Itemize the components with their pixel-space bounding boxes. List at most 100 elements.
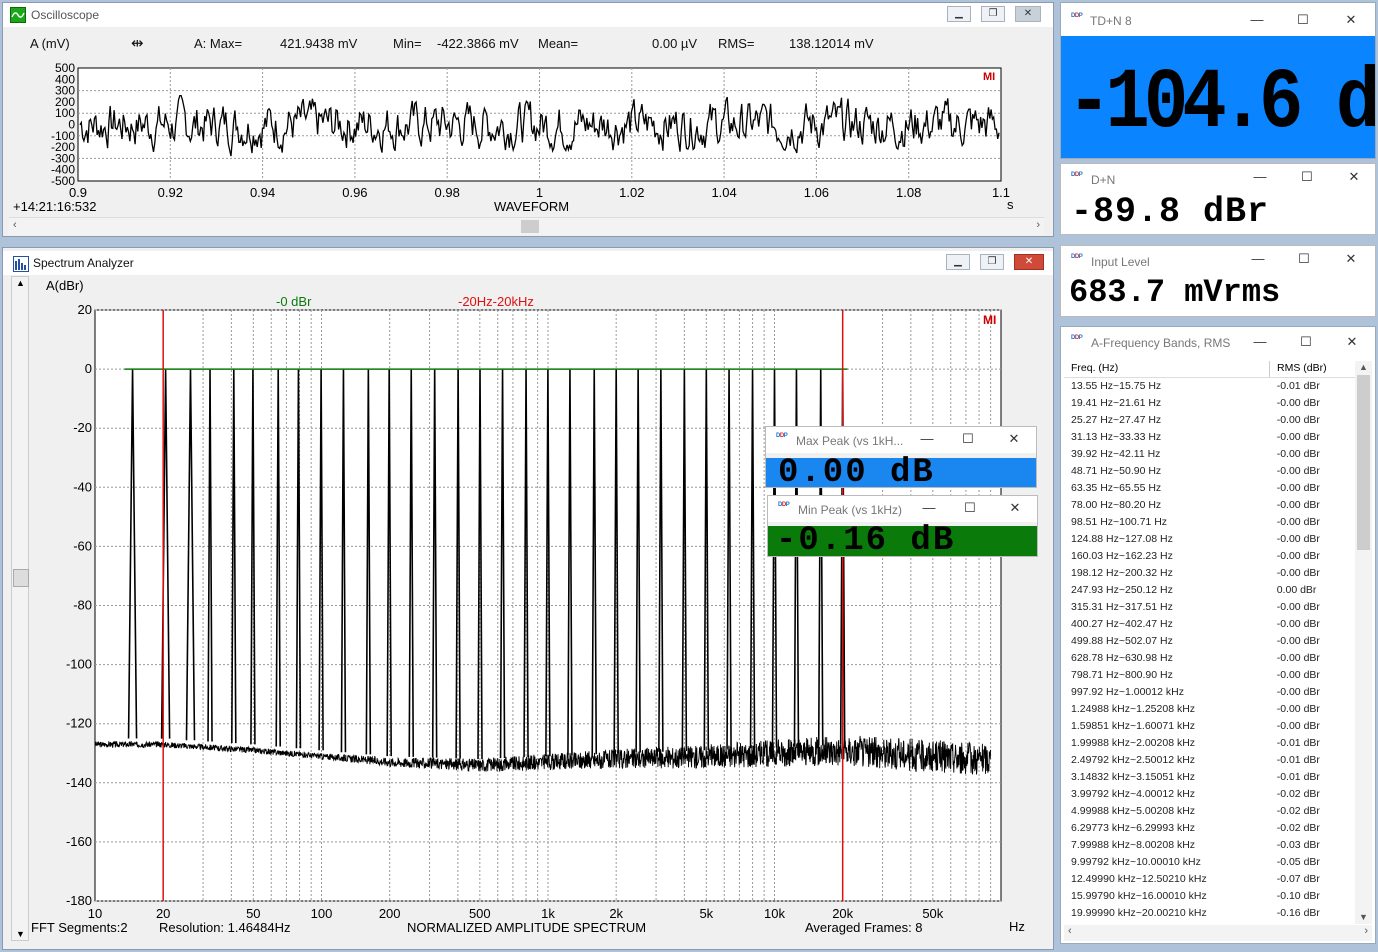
scroll-thumb[interactable] — [521, 220, 539, 233]
close-button[interactable]: ✕ — [1336, 10, 1366, 30]
scroll-right-icon[interactable]: › — [1364, 925, 1368, 937]
table-row[interactable]: 247.93 Hz~250.12 Hz 0.00 dBr — [1064, 581, 1356, 598]
table-row[interactable]: 98.51 Hz~100.71 Hz -0.00 dBr — [1064, 513, 1356, 530]
spectrum-titlebar[interactable]: Spectrum Analyzer ▁ ❐ ✕ — [3, 251, 1053, 275]
scroll-thumb[interactable] — [1357, 375, 1370, 550]
dn-titlebar[interactable]: DDP D+N — ☐ ✕ — [1061, 164, 1375, 192]
table-row[interactable]: 78.00 Hz~80.20 Hz -0.00 dBr — [1064, 496, 1356, 513]
osc-timestamp: +14:21:16:532 — [13, 199, 97, 214]
table-row[interactable]: 124.88 Hz~127.08 Hz -0.00 dBr — [1064, 530, 1356, 547]
close-button[interactable]: ✕ — [1339, 167, 1369, 187]
maximize-button[interactable]: ☐ — [1289, 249, 1319, 269]
table-row[interactable]: 19.99990 kHz~20.00210 kHz -0.16 dBr — [1064, 904, 1356, 921]
band-freq: 3.99792 kHz~4.00012 kHz — [1071, 787, 1196, 800]
min-peak-titlebar[interactable]: DDP Min Peak (vs 1kHz) — ☐ ✕ — [768, 496, 1037, 522]
max-label: A: Max= — [194, 36, 243, 51]
table-row[interactable]: 628.78 Hz~630.98 Hz -0.00 dBr — [1064, 649, 1356, 666]
scroll-up-icon[interactable]: ▲ — [16, 278, 25, 288]
y-tick-label: -160 — [66, 834, 92, 849]
mi-logo: MI — [983, 313, 996, 327]
table-row[interactable]: 1.24988 kHz~1.25208 kHz -0.00 dBr — [1064, 700, 1356, 717]
table-row[interactable]: 13.55 Hz~15.75 Hz -0.01 dBr — [1064, 377, 1356, 394]
table-row[interactable]: 19.41 Hz~21.61 Hz -0.00 dBr — [1064, 394, 1356, 411]
max-peak-titlebar[interactable]: DDP Max Peak (vs 1kH... — ☐ ✕ — [766, 427, 1036, 453]
close-button[interactable]: ✕ — [1015, 6, 1041, 22]
close-button[interactable]: ✕ — [999, 429, 1029, 449]
close-button[interactable]: ✕ — [1337, 332, 1367, 352]
minimize-button[interactable]: — — [1245, 167, 1275, 187]
band-freq: 400.27 Hz~402.47 Hz — [1071, 617, 1173, 630]
table-row[interactable]: 1.59851 kHz~1.60071 kHz -0.00 dBr — [1064, 717, 1356, 734]
bands-vscrollbar[interactable]: ▲ ▼ — [1355, 361, 1372, 924]
table-row[interactable]: 160.03 Hz~162.23 Hz -0.00 dBr — [1064, 547, 1356, 564]
band-freq: 124.88 Hz~127.08 Hz — [1071, 532, 1173, 545]
col-freq-header[interactable]: Freq. (Hz) — [1071, 362, 1118, 374]
scroll-down-icon[interactable]: ▼ — [1359, 912, 1368, 922]
maximize-button[interactable]: ☐ — [1291, 332, 1321, 352]
table-row[interactable]: 4.99988 kHz~5.00208 kHz -0.02 dBr — [1064, 802, 1356, 819]
table-row[interactable]: 7.99988 kHz~8.00208 kHz -0.03 dBr — [1064, 836, 1356, 853]
input-level-titlebar[interactable]: DDP Input Level — ☐ ✕ — [1061, 246, 1375, 274]
close-button[interactable]: ✕ — [1014, 254, 1044, 270]
scroll-up-icon[interactable]: ▲ — [1359, 362, 1368, 372]
y-tick-label: 0 — [85, 361, 92, 376]
restore-button[interactable]: ❐ — [980, 254, 1004, 270]
minimize-button[interactable]: — — [912, 429, 942, 449]
minimize-button[interactable]: — — [1242, 10, 1272, 30]
table-row[interactable]: 198.12 Hz~200.32 Hz -0.00 dBr — [1064, 564, 1356, 581]
table-row[interactable]: 3.14832 kHz~3.15051 kHz -0.01 dBr — [1064, 768, 1356, 785]
table-row[interactable]: 48.71 Hz~50.90 Hz -0.00 dBr — [1064, 462, 1356, 479]
band-freq: 6.29773 kHz~6.29993 kHz — [1071, 821, 1196, 834]
tdn-titlebar[interactable]: DDP TD+N 8 — ☐ ✕ — [1061, 3, 1375, 36]
minimize-button[interactable]: ▁ — [946, 254, 970, 270]
dn-window: DDP D+N — ☐ ✕ -89.8 dBr — [1060, 163, 1376, 235]
band-rms: -0.00 dBr — [1276, 464, 1320, 477]
band-freq: 19.99990 kHz~20.00210 kHz — [1071, 906, 1207, 919]
maximize-button[interactable]: ☐ — [1288, 10, 1318, 30]
restore-button[interactable]: ❐ — [981, 6, 1005, 22]
osc-hscrollbar[interactable]: ‹ › — [9, 217, 1044, 235]
table-row[interactable]: 499.88 Hz~502.07 Hz -0.00 dBr — [1064, 632, 1356, 649]
table-row[interactable]: 63.35 Hz~65.55 Hz -0.00 dBr — [1064, 479, 1356, 496]
col-rms-header[interactable]: RMS (dBr) — [1277, 362, 1327, 374]
table-row[interactable]: 315.31 Hz~317.51 Hz -0.00 dBr — [1064, 598, 1356, 615]
table-row[interactable]: 39.92 Hz~42.11 Hz -0.00 dBr — [1064, 445, 1356, 462]
bands-titlebar[interactable]: DDP A-Frequency Bands, RMS — ☐ ✕ — [1061, 327, 1375, 357]
table-row[interactable]: 12.49990 kHz~12.50210 kHz -0.07 dBr — [1064, 870, 1356, 887]
table-row[interactable]: 31.13 Hz~33.33 Hz -0.00 dBr — [1064, 428, 1356, 445]
table-row[interactable]: 798.71 Hz~800.90 Hz -0.00 dBr — [1064, 666, 1356, 683]
maximize-button[interactable]: ☐ — [1292, 167, 1322, 187]
band-rms: -0.00 dBr — [1276, 447, 1320, 460]
table-row[interactable]: 1.99988 kHz~2.00208 kHz -0.01 dBr — [1064, 734, 1356, 751]
table-row[interactable]: 3.99792 kHz~4.00012 kHz -0.02 dBr — [1064, 785, 1356, 802]
spectrum-plot[interactable]: 200-20-40-60-80-100-120-140-160-18010 20 5… — [3, 298, 1048, 948]
scroll-left-icon[interactable]: ‹ — [13, 219, 17, 231]
table-row[interactable]: 6.29773 kHz~6.29993 kHz -0.02 dBr — [1064, 819, 1356, 836]
scroll-left-icon[interactable]: ‹ — [1068, 925, 1072, 937]
table-row[interactable]: 2.49792 kHz~2.50012 kHz -0.01 dBr — [1064, 751, 1356, 768]
table-row[interactable]: 997.92 Hz~1.00012 kHz -0.00 dBr — [1064, 683, 1356, 700]
table-row[interactable]: 9.99792 kHz~10.00010 kHz -0.05 dBr — [1064, 853, 1356, 870]
channel-label: A (mV) — [30, 36, 70, 51]
table-row[interactable]: 15.99790 kHz~16.00010 kHz -0.10 dBr — [1064, 887, 1356, 904]
table-row[interactable]: 400.27 Hz~402.47 Hz -0.00 dBr — [1064, 615, 1356, 632]
x-tick-label: 2k — [609, 906, 623, 921]
cursor-icon[interactable]: ⇹ — [131, 34, 144, 52]
scroll-right-icon[interactable]: › — [1036, 219, 1040, 231]
oscilloscope-titlebar[interactable]: Oscilloscope ▁ ❐ ✕ — [3, 3, 1053, 27]
close-button[interactable]: ✕ — [1000, 498, 1030, 518]
maximize-button[interactable]: ☐ — [955, 498, 985, 518]
minimize-button[interactable]: — — [1243, 249, 1273, 269]
close-button[interactable]: ✕ — [1336, 249, 1366, 269]
maximize-button[interactable]: ☐ — [953, 429, 983, 449]
bands-hscrollbar[interactable]: ‹ › — [1064, 925, 1372, 941]
band-rms: -0.00 dBr — [1276, 481, 1320, 494]
band-rms: -0.02 dBr — [1276, 804, 1320, 817]
minimize-button[interactable]: — — [1245, 332, 1275, 352]
band-freq: 798.71 Hz~800.90 Hz — [1071, 668, 1173, 681]
minimize-button[interactable]: — — [914, 498, 944, 518]
table-row[interactable]: 25.27 Hz~27.47 Hz -0.00 dBr — [1064, 411, 1356, 428]
ddp-icon: DDP — [776, 433, 788, 439]
y-tick-label: -60 — [73, 538, 92, 553]
minimize-button[interactable]: ▁ — [947, 6, 971, 22]
